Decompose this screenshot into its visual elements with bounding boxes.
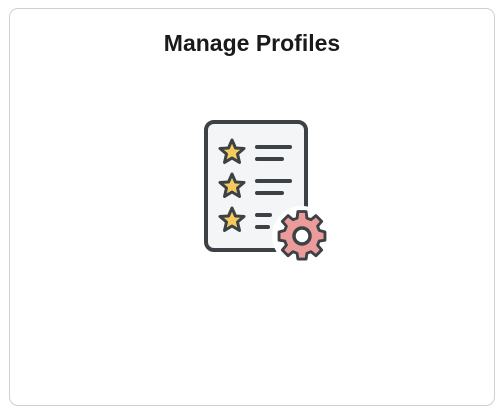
manage-profiles-tile[interactable]: Manage Profiles <box>9 8 495 406</box>
tile-title: Manage Profiles <box>163 30 341 56</box>
gear-icon <box>272 206 332 266</box>
profile-list-settings-icon <box>204 120 332 266</box>
